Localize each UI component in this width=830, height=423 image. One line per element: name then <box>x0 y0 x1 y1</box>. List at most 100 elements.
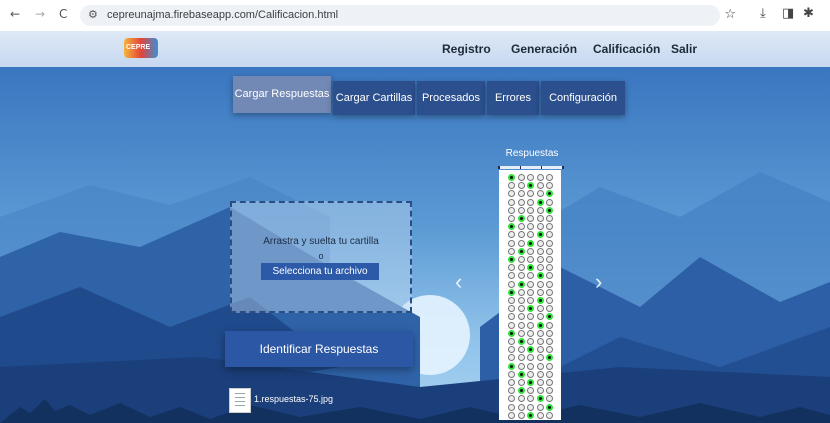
tab-errores[interactable]: Errores <box>487 81 539 115</box>
answer-bubble <box>546 223 553 231</box>
answer-bubble <box>517 313 525 321</box>
answer-bubble <box>527 272 534 280</box>
identify-answers-button[interactable]: Identificar Respuestas <box>225 331 413 367</box>
logo-text: CEPRE <box>126 44 151 51</box>
carousel-next-icon[interactable]: › <box>595 269 602 295</box>
tab-cargar-respuestas[interactable]: Cargar Respuestas <box>233 76 331 113</box>
back-icon[interactable]: ← <box>10 7 20 21</box>
select-file-button[interactable]: Selecciona tu archivo <box>261 263 379 280</box>
content-area: Cargar Respuestas Cargar Cartillas Proce… <box>0 67 830 423</box>
answer-bubble <box>517 297 525 304</box>
tab-cargar-cartillas[interactable]: Cargar Cartillas <box>333 81 415 115</box>
answer-bubble <box>527 305 534 313</box>
answer-bubble <box>546 346 553 354</box>
answer-bubble <box>546 198 553 206</box>
answer-bubble <box>536 329 544 337</box>
answer-bubble <box>508 206 515 214</box>
answer-bubble <box>517 321 525 329</box>
answer-bubble <box>527 297 534 304</box>
answer-bubble <box>508 256 515 263</box>
tab-procesados[interactable]: Procesados <box>417 81 485 115</box>
answer-bubble <box>508 379 515 386</box>
carousel-prev-icon[interactable]: ‹ <box>455 269 462 295</box>
reload-icon[interactable]: C <box>59 7 67 21</box>
answer-bubble <box>517 305 525 313</box>
answer-bubble <box>527 403 534 411</box>
site-logo[interactable]: CEPRE <box>124 38 158 58</box>
answer-bubble <box>527 329 534 337</box>
answer-bubble <box>517 370 525 378</box>
answer-bubble <box>527 206 534 214</box>
answer-bubble <box>546 264 553 272</box>
answer-bubble <box>536 215 544 222</box>
answer-bubble <box>517 329 525 337</box>
side-panel-icon[interactable]: ◨ <box>782 6 794 21</box>
answer-bubble <box>517 387 525 395</box>
nav-calificacion[interactable]: Calificación <box>593 42 660 56</box>
answer-bubble <box>517 346 525 354</box>
answer-bubble <box>546 247 553 255</box>
answer-bubble <box>527 288 534 296</box>
answer-bubble <box>508 247 515 255</box>
answer-bubble <box>536 174 544 181</box>
answer-bubble <box>536 297 544 304</box>
answer-bubble <box>527 239 534 247</box>
answer-bubble <box>546 256 553 263</box>
answer-bubble <box>546 370 553 378</box>
address-bar[interactable]: ⚙ cepreunajma.firebaseapp.com/Calificaci… <box>80 5 736 26</box>
answer-bubble <box>508 305 515 313</box>
answer-bubble <box>517 231 525 239</box>
carousel-indicators[interactable] <box>498 166 564 169</box>
answer-bubble <box>527 346 534 354</box>
answer-bubble <box>517 239 525 247</box>
answer-bubble <box>508 354 515 362</box>
url-text[interactable]: cepreunajma.firebaseapp.com/Calificacion… <box>107 9 338 21</box>
answer-bubble <box>508 272 515 280</box>
answer-bubble <box>527 223 534 231</box>
answer-bubble <box>536 321 544 329</box>
answer-bubble <box>546 305 553 313</box>
answer-bubble <box>508 338 515 345</box>
extension-icon[interactable]: ✱ <box>803 6 814 21</box>
download-icon[interactable]: ⤓ <box>760 6 766 21</box>
answer-bubble <box>546 395 553 403</box>
answer-bubble <box>536 231 544 239</box>
answer-bubble <box>536 354 544 362</box>
answer-bubble <box>546 403 553 411</box>
answer-bubble <box>508 395 515 403</box>
answer-bubble <box>536 411 544 419</box>
answer-bubble <box>536 288 544 296</box>
answer-bubble <box>536 223 544 231</box>
answer-bubble <box>527 338 534 345</box>
answer-bubble <box>527 264 534 272</box>
answer-sheet-image <box>499 170 561 420</box>
nav-salir[interactable]: Salir <box>671 42 697 56</box>
site-info-icon[interactable]: ⚙ <box>88 8 98 21</box>
answer-bubble <box>517 280 525 288</box>
answer-bubble <box>517 198 525 206</box>
answer-bubble <box>527 174 534 181</box>
answer-bubble <box>546 231 553 239</box>
answer-bubble <box>517 403 525 411</box>
forward-icon[interactable]: → <box>35 7 45 21</box>
answer-bubble <box>536 403 544 411</box>
answer-bubble <box>517 272 525 280</box>
answer-bubble <box>508 411 515 419</box>
bookmark-star-icon[interactable]: ☆ <box>724 7 736 22</box>
answer-bubble <box>536 395 544 403</box>
file-thumbnail <box>229 388 251 413</box>
tab-configuracion[interactable]: Configuración <box>541 81 625 115</box>
answer-bubble <box>546 280 553 288</box>
answer-bubble <box>508 231 515 239</box>
answer-bubble <box>546 354 553 362</box>
answer-bubble <box>527 256 534 263</box>
carousel-title: Respuestas <box>505 148 559 159</box>
nav-generacion[interactable]: Generación <box>511 42 577 56</box>
nav-registro[interactable]: Registro <box>442 42 491 56</box>
file-dropzone[interactable]: Arrastra y suelta tu cartilla o Seleccio… <box>230 201 412 313</box>
answer-bubble <box>536 280 544 288</box>
answer-bubble <box>546 239 553 247</box>
answer-bubble <box>517 338 525 345</box>
answer-bubble <box>517 206 525 214</box>
answer-bubble <box>508 280 515 288</box>
